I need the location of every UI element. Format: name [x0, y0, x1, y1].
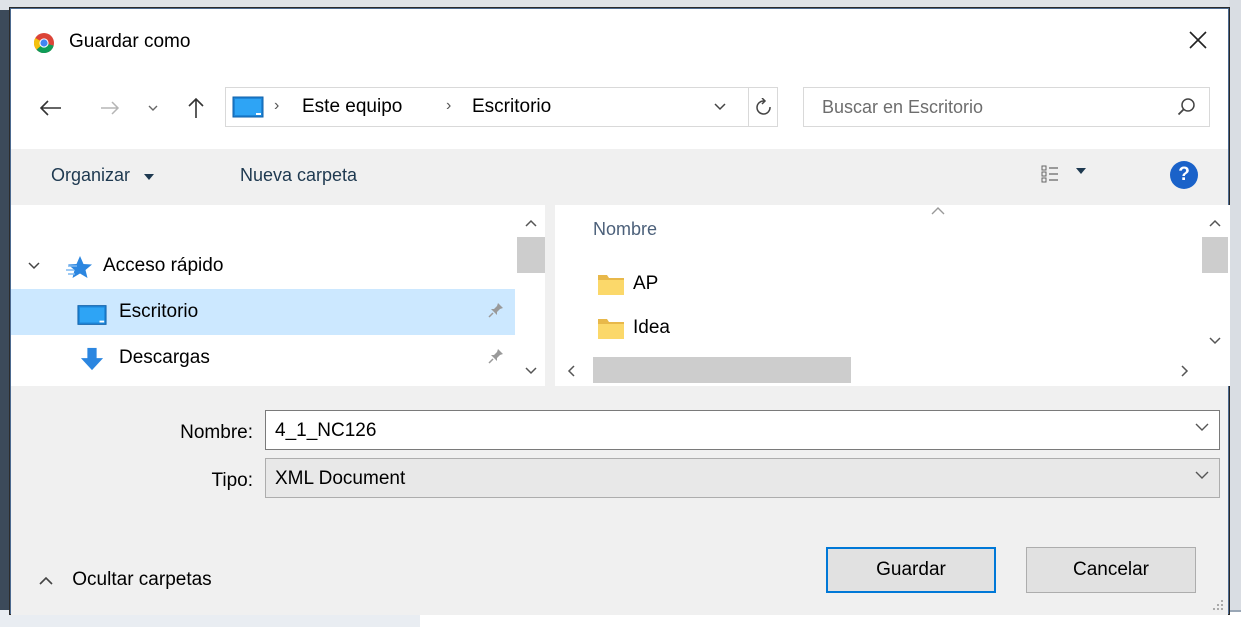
save-form: Nombre: 4_1_NC126 Tipo: XML Document Ocu…: [11, 386, 1228, 615]
search-field[interactable]: Buscar en Escritorio: [803, 87, 1210, 127]
folder-icon: [598, 275, 624, 295]
sort-caret-icon: [931, 207, 945, 215]
sidebar-item-label: Descargas: [119, 347, 210, 368]
hide-folders-label: Ocultar carpetas: [72, 569, 212, 590]
save-button[interactable]: Guardar: [826, 547, 996, 593]
star-icon: [66, 256, 92, 278]
sidebar-item-acceso-rapido[interactable]: Acceso rápido: [11, 243, 515, 289]
window-title: Guardar como: [69, 31, 191, 52]
file-type-label: Tipo:: [211, 470, 253, 491]
up-button[interactable]: [181, 93, 211, 123]
chevron-down-icon: [148, 105, 158, 111]
breadcrumb-este-equipo[interactable]: Este equipo: [302, 96, 402, 118]
file-type-select[interactable]: XML Document: [265, 458, 1220, 498]
search-placeholder: Buscar en Escritorio: [822, 97, 984, 117]
organize-label: Organizar: [51, 165, 131, 185]
navigation-pane[interactable]: Acceso rápido Escritorio Descargas: [11, 205, 545, 386]
file-name-field[interactable]: 4_1_NC126: [265, 410, 1220, 450]
sidebar-item-escritorio[interactable]: Escritorio: [11, 289, 515, 335]
close-icon: [1189, 31, 1207, 49]
refresh-button[interactable]: [748, 88, 778, 126]
scroll-up-icon[interactable]: [525, 219, 537, 227]
scroll-down-icon[interactable]: [525, 367, 537, 375]
file-type-value: XML Document: [275, 468, 406, 489]
hide-folders-button[interactable]: Ocultar carpetas: [39, 569, 212, 591]
folder-icon: [598, 319, 624, 339]
file-name-value[interactable]: 4_1_NC126: [275, 420, 376, 442]
arrow-up-icon: [188, 97, 204, 118]
sidebar-item-label: Escritorio: [119, 301, 199, 322]
pin-icon[interactable]: [487, 301, 505, 319]
file-name: Idea: [633, 317, 670, 338]
column-header-name[interactable]: Nombre: [593, 219, 657, 240]
caret-down-icon: [144, 174, 155, 180]
file-list[interactable]: Nombre AP Idea: [555, 205, 1230, 386]
scroll-down-icon[interactable]: [1209, 337, 1221, 345]
help-icon[interactable]: ?: [1170, 161, 1198, 189]
new-folder-button[interactable]: Nueva carpeta: [240, 165, 357, 186]
scroll-up-icon[interactable]: [1209, 219, 1221, 227]
pin-icon[interactable]: [487, 347, 505, 365]
address-bar[interactable]: › Este equipo › Escritorio: [225, 87, 778, 127]
download-icon: [80, 347, 104, 371]
sidebar-item-label: Acceso rápido: [103, 255, 224, 276]
chevron-down-icon[interactable]: [1195, 471, 1209, 479]
scroll-thumb[interactable]: [517, 237, 545, 273]
caret-down-icon[interactable]: [1075, 167, 1087, 175]
file-name: AP: [633, 273, 659, 294]
resize-grip-icon[interactable]: [1212, 599, 1224, 611]
chrome-icon: [33, 33, 54, 53]
desktop-icon: [77, 305, 107, 325]
navigation-bar: › Este equipo › Escritorio Buscar en Esc…: [11, 71, 1228, 149]
breadcrumb-separator: ›: [274, 97, 280, 114]
title-bar: Guardar como: [11, 9, 1228, 71]
chevron-down-icon[interactable]: [1195, 423, 1209, 431]
chevron-down-icon[interactable]: [27, 261, 41, 271]
scroll-thumb[interactable]: [1202, 237, 1228, 273]
scroll-left-icon[interactable]: [567, 365, 575, 377]
arrow-right-icon: [101, 101, 120, 115]
back-button[interactable]: [33, 93, 69, 123]
close-button[interactable]: [1168, 9, 1228, 71]
scroll-right-icon[interactable]: [1181, 365, 1189, 377]
file-name-label: Nombre:: [180, 422, 253, 443]
organize-menu[interactable]: Organizar: [51, 165, 155, 186]
chevron-up-icon: [39, 576, 53, 585]
forward-button[interactable]: [95, 93, 125, 123]
navigation-scrollbar[interactable]: [515, 205, 545, 386]
search-icon: [1177, 98, 1195, 116]
command-bar: Organizar Nueva carpeta ?: [11, 149, 1228, 205]
file-list-horizontal-scrollbar[interactable]: [555, 355, 1200, 386]
browser-area: Acceso rápido Escritorio Descargas Nombr…: [11, 205, 1230, 386]
view-options-icon[interactable]: [1041, 165, 1059, 183]
breadcrumb-escritorio[interactable]: Escritorio: [472, 96, 551, 118]
chevron-down-icon: [714, 103, 726, 111]
arrow-left-icon: [40, 100, 61, 116]
background-page-right: [1229, 0, 1241, 627]
recent-locations-button[interactable]: [143, 93, 163, 123]
cancel-button[interactable]: Cancelar: [1026, 547, 1196, 593]
pane-splitter[interactable]: [545, 205, 555, 386]
breadcrumb-separator: ›: [446, 97, 452, 114]
refresh-icon: [755, 98, 771, 115]
file-list-vertical-scrollbar[interactable]: [1200, 205, 1230, 355]
scroll-thumb[interactable]: [593, 357, 851, 383]
sidebar-item-descargas[interactable]: Descargas: [11, 335, 515, 381]
address-dropdown[interactable]: [714, 98, 726, 114]
save-as-dialog: Guardar como › Este equipo › Escritorio …: [10, 8, 1230, 615]
desktop-icon: [232, 96, 264, 118]
